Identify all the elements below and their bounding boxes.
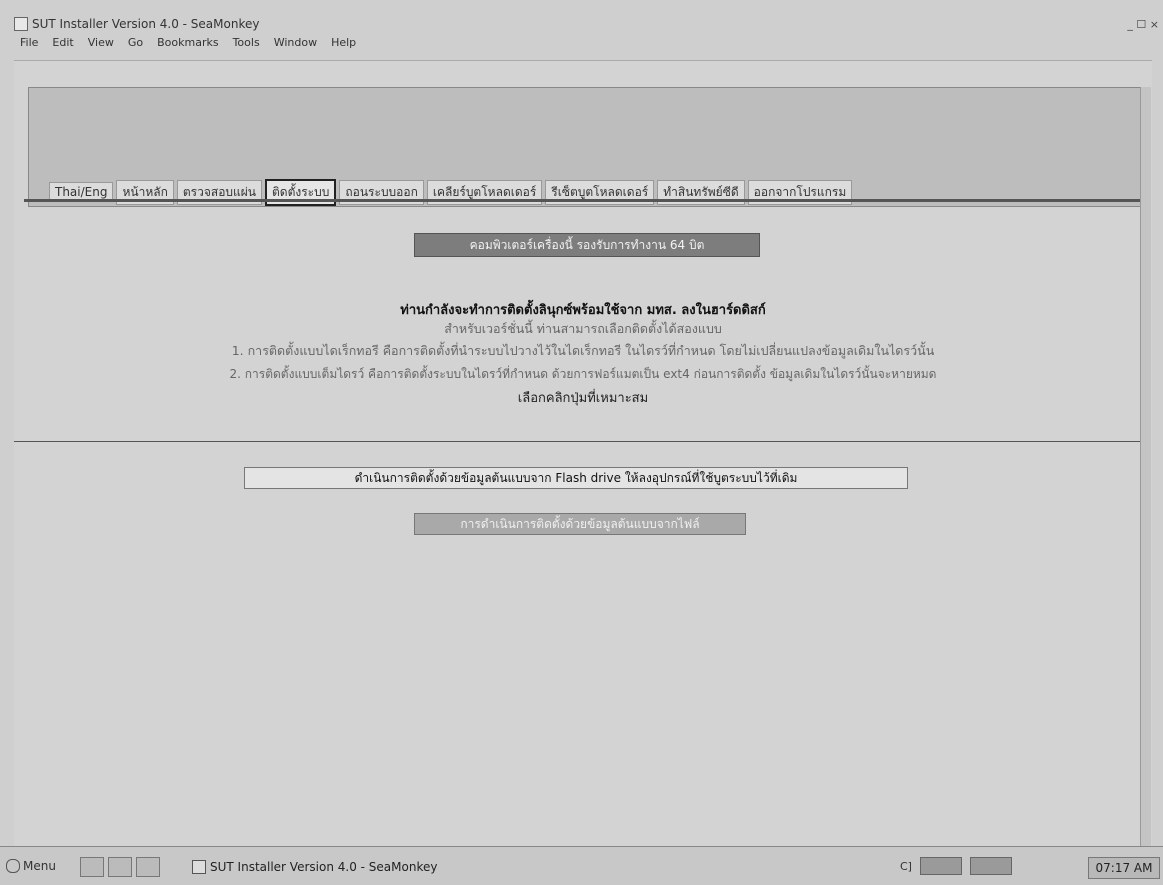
menu-file[interactable]: File (18, 36, 40, 54)
window-icon (192, 860, 206, 874)
desktop-icon[interactable] (108, 857, 132, 877)
info-option-2: 2. การติดตั้งแบบเต็มไดรว์ คือการติดตั้งร… (229, 367, 937, 381)
taskbar-window-item[interactable]: SUT Installer Version 4.0 - SeaMonkey (192, 857, 492, 877)
home-folder-icon[interactable] (80, 857, 104, 877)
start-menu-label: Menu (23, 859, 56, 873)
window-title: SUT Installer Version 4.0 - SeaMonkey (32, 17, 260, 31)
tray-text: C] (900, 859, 912, 873)
menu-icon (6, 859, 20, 873)
info-choose: เลือกคลิกปุ่มที่เหมาะสม (517, 391, 649, 406)
menu-help[interactable]: Help (329, 36, 358, 54)
info-main: ท่านกำลังจะทำการติดตั้งลินุกซ์พร้อมใช้จา… (400, 303, 766, 318)
system-tray: C] (900, 857, 1012, 875)
menu-edit[interactable]: Edit (50, 36, 75, 54)
workspace-icon[interactable] (136, 857, 160, 877)
clock[interactable]: 07:17 AM (1088, 857, 1160, 879)
divider-top (24, 199, 1142, 202)
install-from-flash-button[interactable]: ดำเนินการติดตั้งด้วยข้อมูลต้นแบบจาก Flas… (244, 467, 908, 489)
info-option-1: 1. การติดตั้งแบบไดเร็กทอรี คือการติดตั้ง… (231, 343, 935, 358)
cpu-monitor-icon[interactable] (969, 857, 1012, 875)
divider-middle (14, 441, 1148, 442)
page-content: Thai/Eng หน้าหลัก ตรวจสอบแผ่น ติดตั้งระบ… (14, 60, 1152, 847)
taskbar: Menu SUT Installer Version 4.0 - SeaMonk… (0, 846, 1163, 885)
app-icon (14, 17, 28, 31)
info-sub: สำหรับเวอร์ชั่นนี้ ท่านสามารถเลือกติดตั้… (444, 321, 722, 336)
start-menu-button[interactable]: Menu (6, 859, 56, 873)
quick-launch (80, 857, 160, 877)
notice-badge: คอมพิวเตอร์เครื่องนี้ รองรับการทำงาน 64 … (414, 233, 760, 257)
menu-window[interactable]: Window (272, 36, 319, 54)
menu-bookmarks[interactable]: Bookmarks (155, 36, 220, 54)
install-from-file-button[interactable]: การดำเนินการติดตั้งด้วยข้อมูลต้นแบบจากไฟ… (414, 513, 746, 535)
taskbar-window-title: SUT Installer Version 4.0 - SeaMonkey (210, 860, 438, 874)
window-titlebar[interactable]: SUT Installer Version 4.0 - SeaMonkey _ … (14, 16, 1159, 32)
menu-go[interactable]: Go (126, 36, 145, 54)
menu-view[interactable]: View (86, 36, 116, 54)
window-controls[interactable]: _ ☐ × (1127, 18, 1159, 31)
vertical-scrollbar[interactable] (1140, 87, 1151, 847)
header-panel: Thai/Eng หน้าหลัก ตรวจสอบแผ่น ติดตั้งระบ… (28, 87, 1142, 207)
desktop-screen: SUT Installer Version 4.0 - SeaMonkey _ … (0, 0, 1163, 885)
menu-bar: File Edit View Go Bookmarks Tools Window… (18, 36, 358, 54)
menu-tools[interactable]: Tools (231, 36, 262, 54)
network-icon[interactable] (919, 857, 962, 875)
banner-title (29, 100, 1141, 134)
